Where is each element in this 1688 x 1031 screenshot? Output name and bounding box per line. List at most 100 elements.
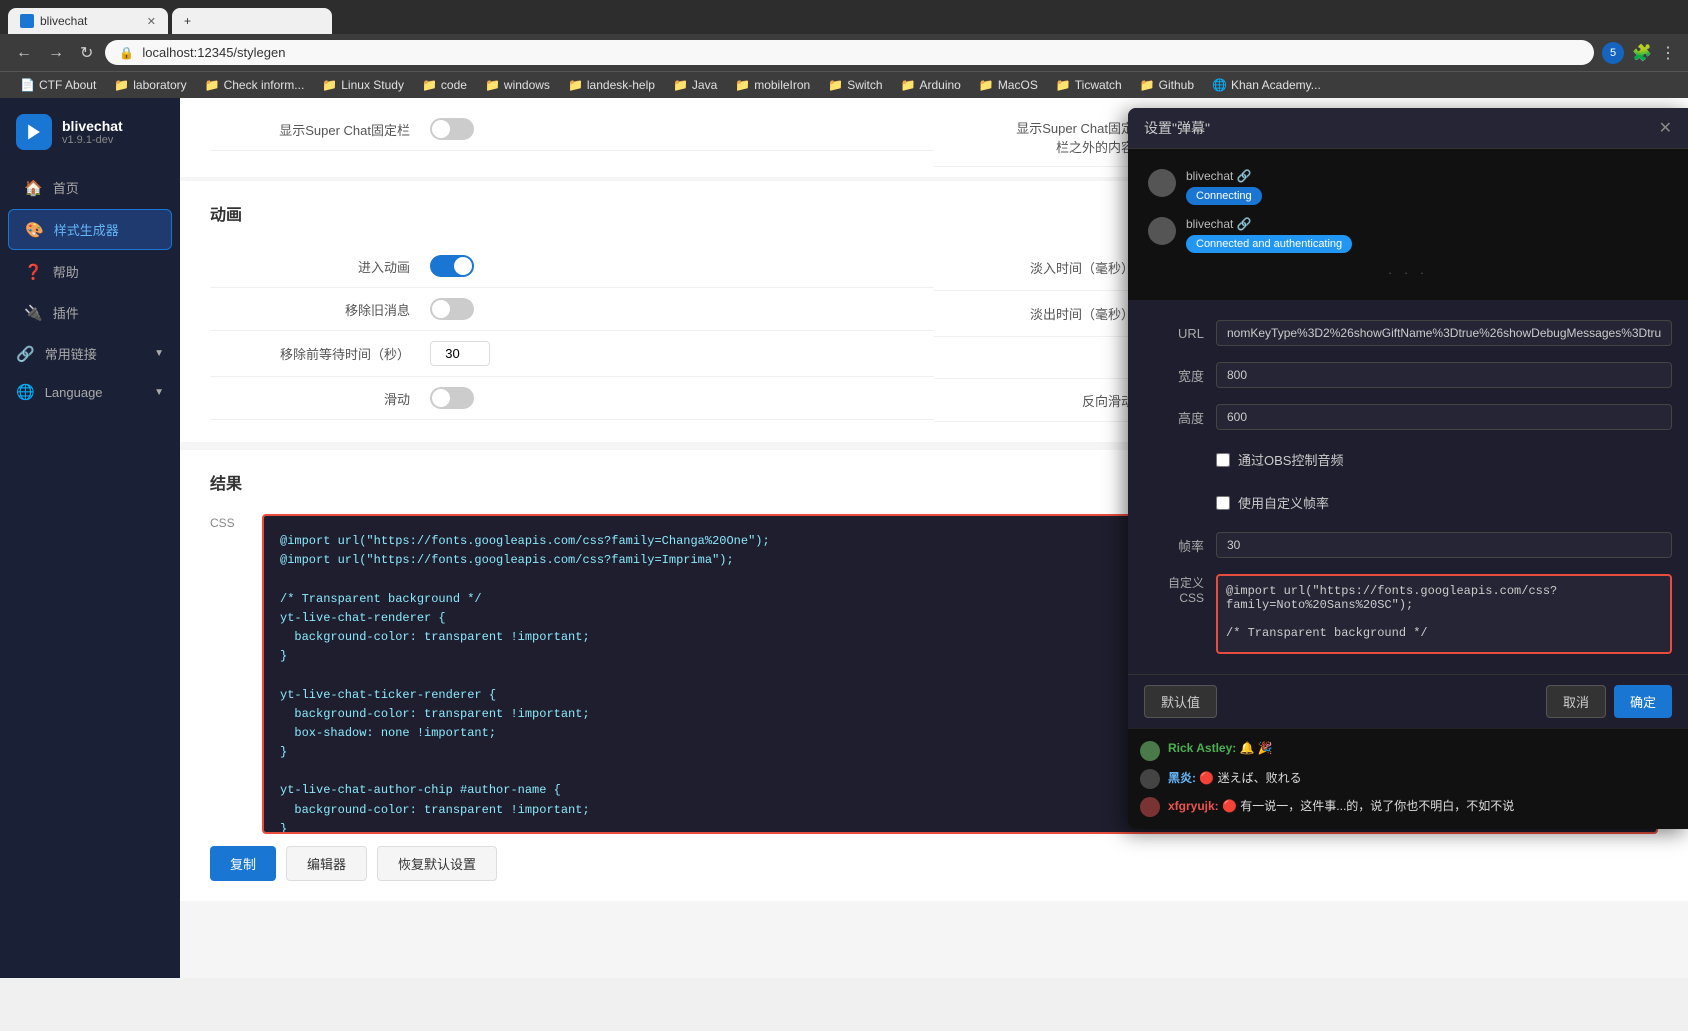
dialog-close-button[interactable]: ✕	[1659, 118, 1672, 138]
fps-row: 帧率	[1144, 524, 1672, 566]
chevron-down-icon: ▼	[154, 348, 164, 359]
browser-tab-active[interactable]: blivechat ✕	[8, 8, 168, 34]
links-icon: 🔗	[16, 345, 35, 363]
settings-icon[interactable]: ⋮	[1660, 43, 1676, 63]
obs-audio-row: 通过OBS控制音频	[1144, 438, 1672, 481]
enter-animation-toggle[interactable]	[430, 255, 474, 277]
chat-text-3: 有一说一，这件事...的，说了你也不明白，不如不说	[1240, 799, 1514, 813]
remove-old-messages-row: 移除旧消息	[210, 288, 934, 331]
remove-old-messages-toggle[interactable]	[430, 298, 474, 320]
bookmark-switch[interactable]: 📁 Switch	[820, 76, 890, 94]
bookmark-code[interactable]: 📁 code	[414, 76, 475, 94]
confirm-button[interactable]: 确定	[1614, 685, 1672, 718]
bookmark-ctf-about[interactable]: 📄 CTF About	[12, 76, 104, 94]
super-chat-toggle-left[interactable]	[430, 118, 474, 140]
remove-wait-time-label: 移除前等待时间（秒）	[210, 344, 430, 363]
main-content: 显示Super Chat固定栏 显示Super Chat固定	[180, 98, 1688, 978]
obs-audio-checkbox[interactable]	[1216, 453, 1230, 467]
chat-preview-row-2: blivechat 🔗 Connected and authenticating	[1148, 217, 1352, 253]
profile-button[interactable]: 5	[1602, 42, 1624, 64]
custom-css-textarea[interactable]: @import url("https://fonts.googleapis.co…	[1216, 574, 1672, 654]
sidebar-item-help[interactable]: ❓ 帮助	[8, 252, 172, 291]
chat-preview-bottom: Rick Astley: 🔔 🎉 黑炎: 🔴 迷えば、败れる xfgryujk:…	[1128, 728, 1688, 829]
chat-bubble-2: blivechat 🔗 Connected and authenticating	[1186, 217, 1352, 253]
chat-message-1: Rick Astley: 🔔 🎉	[1128, 737, 1688, 765]
toggle-slider-left	[430, 118, 474, 140]
bookmark-macos[interactable]: 📁 MacOS	[971, 76, 1046, 94]
chat-message-3: xfgryujk: 🔴 有一说一，这件事...的，说了你也不明白，不如不说	[1128, 793, 1688, 821]
editor-button[interactable]: 编辑器	[286, 846, 367, 881]
copy-button[interactable]: 复制	[210, 846, 276, 881]
bookmark-icon: 📁	[1140, 78, 1155, 92]
bookmark-ticwatch[interactable]: 📁 Ticwatch	[1048, 76, 1130, 94]
width-row: 宽度	[1144, 354, 1672, 396]
slide-control	[430, 387, 934, 409]
sidebar-item-style-generator[interactable]: 🎨 样式生成器	[8, 209, 172, 250]
slide-label: 滑动	[210, 389, 430, 408]
height-row: 高度	[1144, 396, 1672, 438]
custom-fps-row: 使用自定义帧率	[1144, 481, 1672, 524]
slide-toggle[interactable]	[430, 387, 474, 409]
bookmark-icon: 📁	[485, 78, 500, 92]
back-button[interactable]: ←	[12, 42, 36, 64]
chat-text-2: 迷えば、败れる	[1218, 771, 1302, 785]
bookmark-icon: 📁	[901, 78, 916, 92]
sidebar-item-links[interactable]: 🔗 常用链接 ▼	[0, 334, 180, 373]
chat-content-2: 黑炎: 🔴 迷えば、败れる	[1168, 769, 1302, 786]
chat-username-span-3: xfgryujk: 🔴	[1168, 799, 1240, 813]
tab-close-button[interactable]: ✕	[147, 15, 156, 28]
url-label: URL	[1144, 326, 1204, 341]
bookmark-github[interactable]: 📁 Github	[1132, 76, 1202, 94]
extensions-icon[interactable]: 🧩	[1632, 43, 1652, 63]
super-chat-left-col: 显示Super Chat固定栏	[210, 108, 934, 167]
reset-button[interactable]: 恢复默认设置	[377, 846, 497, 881]
sidebar-item-home[interactable]: 🏠 首页	[8, 168, 172, 207]
bookmark-linux-study[interactable]: 📁 Linux Study	[314, 76, 412, 94]
chat-bubble-1: blivechat 🔗 Connecting	[1186, 169, 1262, 205]
bookmark-check-inform[interactable]: 📁 Check inform...	[197, 76, 313, 94]
bookmark-arduino[interactable]: 📁 Arduino	[893, 76, 969, 94]
avatar-1	[1148, 169, 1176, 197]
bookmark-laboratory[interactable]: 📁 laboratory	[106, 76, 194, 94]
tab-title: blivechat	[40, 14, 87, 28]
bookmark-landesk[interactable]: 📁 landesk-help	[560, 76, 663, 94]
fade-in-time-label: 淡入时间（毫秒）	[934, 258, 1154, 277]
default-button[interactable]: 默认值	[1144, 685, 1217, 718]
width-input[interactable]	[1216, 362, 1672, 388]
settings-dialog: 设置"弹幕" ✕ blivechat 🔗 Connecting blivecha…	[1128, 108, 1688, 829]
fps-input[interactable]	[1216, 532, 1672, 558]
bookmarks-bar: 📄 CTF About 📁 laboratory 📁 Check inform.…	[0, 71, 1688, 98]
bookmark-icon: 📁	[979, 78, 994, 92]
height-input[interactable]	[1216, 404, 1672, 430]
language-icon: 🌐	[16, 383, 35, 401]
animation-left-col: 进入动画 移除旧消息	[210, 245, 934, 422]
url-input[interactable]	[1216, 320, 1672, 346]
sidebar-item-plugins[interactable]: 🔌 插件	[8, 293, 172, 332]
bookmark-mobileiron[interactable]: 📁 mobileIron	[727, 76, 818, 94]
sidebar-item-language[interactable]: 🌐 Language ▼	[0, 373, 180, 411]
height-label: 高度	[1144, 408, 1204, 427]
chat-avatar-3	[1140, 797, 1160, 817]
sidebar: blivechat v1.9.1-dev 🏠 首页 🎨 样式生成器 ❓ 帮助 🔌…	[0, 98, 180, 978]
reload-button[interactable]: ↻	[76, 41, 97, 65]
bookmark-icon: 📁	[828, 78, 843, 92]
custom-fps-checkbox[interactable]	[1216, 496, 1230, 510]
bookmark-khan-academy[interactable]: 🌐 Khan Academy...	[1204, 76, 1329, 94]
lock-icon: 🔒	[119, 46, 134, 60]
toggle-slider-slide	[430, 387, 474, 409]
width-label: 宽度	[1144, 366, 1204, 385]
bookmark-java[interactable]: 📁 Java	[665, 76, 725, 94]
cancel-button[interactable]: 取消	[1546, 685, 1606, 718]
address-bar[interactable]: 🔒 localhost:12345/stylegen	[105, 40, 1594, 65]
bookmark-windows[interactable]: 📁 windows	[477, 76, 558, 94]
remove-wait-time-input[interactable]	[430, 341, 490, 366]
height-spin	[1216, 404, 1672, 430]
enter-animation-row: 进入动画	[210, 245, 934, 288]
new-tab-button[interactable]: +	[172, 8, 332, 34]
remove-old-messages-label: 移除旧消息	[210, 300, 430, 319]
forward-button[interactable]: →	[44, 42, 68, 64]
chat-content-1: Rick Astley: 🔔 🎉	[1168, 741, 1273, 755]
chat-avatar-1	[1140, 741, 1160, 761]
custom-css-label: 自定义CSS	[1144, 574, 1204, 605]
super-chat-bar-left-row: 显示Super Chat固定栏	[210, 108, 934, 151]
